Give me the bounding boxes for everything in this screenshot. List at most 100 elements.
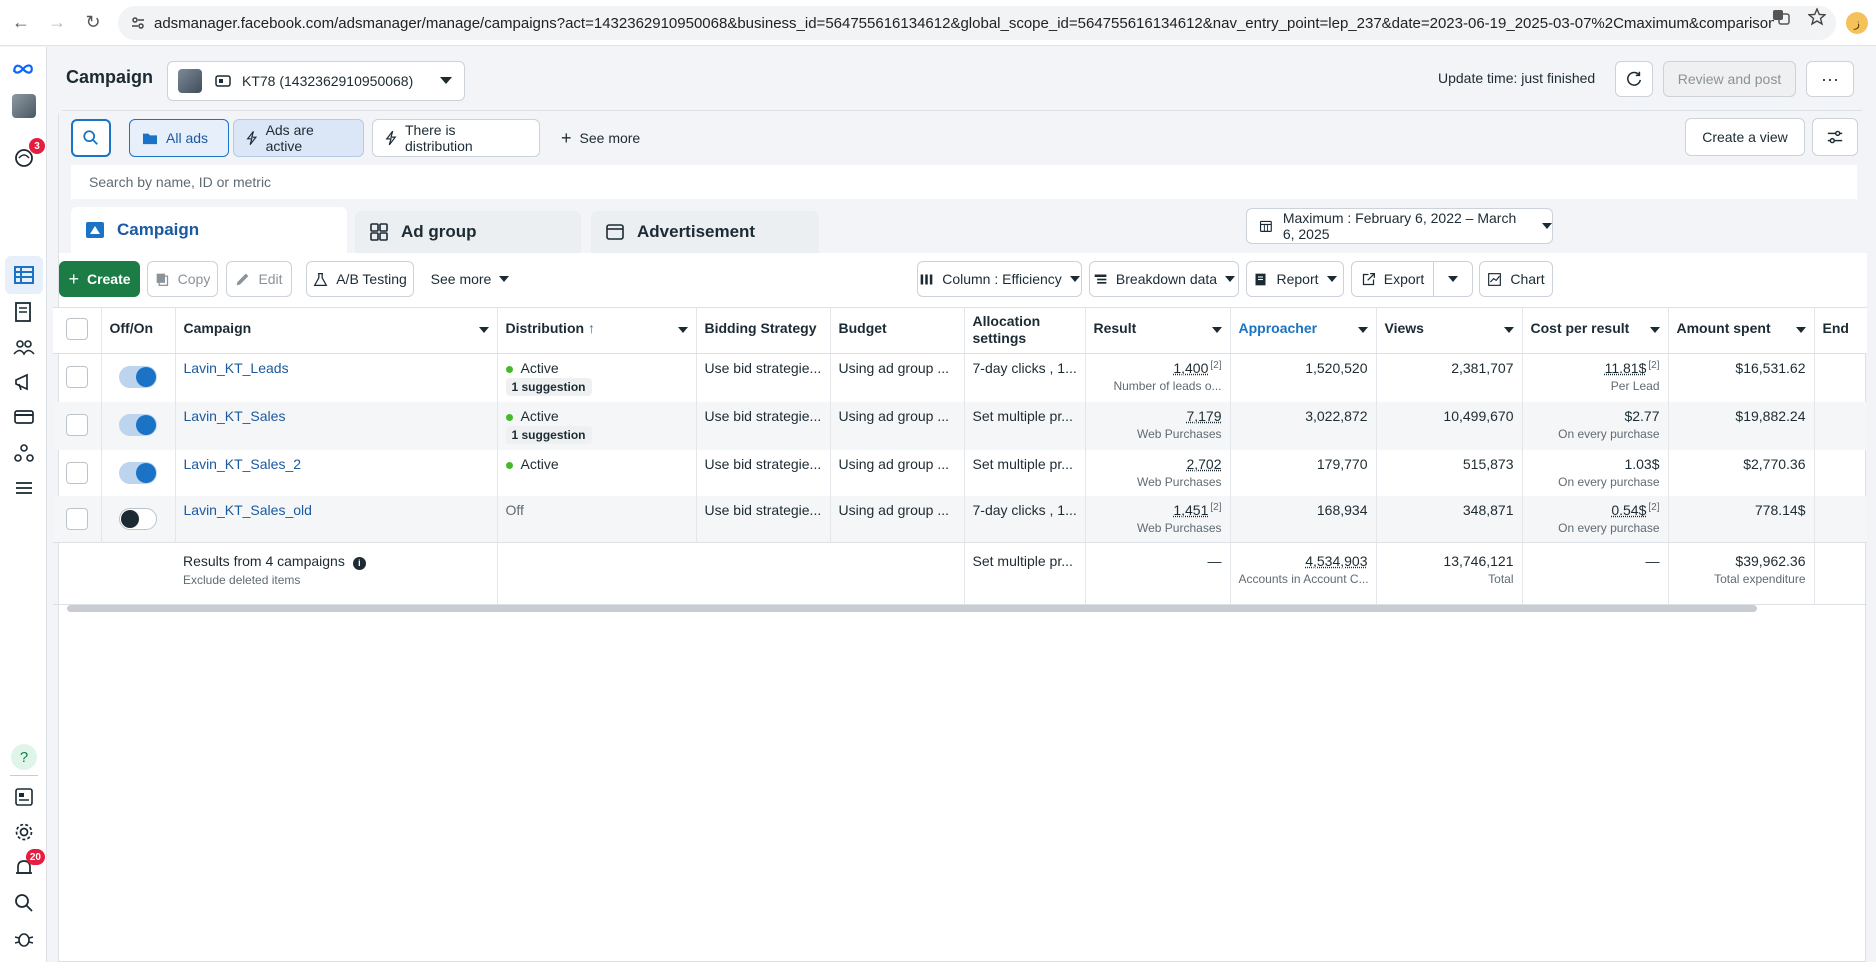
ads-active-filter[interactable]: Ads are active — [233, 119, 364, 157]
col-header-cost[interactable]: Cost per result — [1522, 307, 1669, 354]
table-row[interactable]: Lavin_KT_Leads Active 1 suggestion Use bi… — [53, 353, 1867, 402]
bookmark-star-icon[interactable] — [1807, 7, 1827, 26]
search-icon[interactable] — [11, 890, 37, 916]
forward-icon[interactable]: → — [42, 8, 72, 38]
campaigns-table-icon[interactable] — [11, 262, 37, 288]
refresh-button[interactable] — [1615, 61, 1653, 97]
row-checkbox[interactable] — [65, 366, 88, 388]
campaign-name-link[interactable]: Lavin_KT_Sales — [184, 408, 286, 424]
columns-button[interactable]: Column : Efficiency — [917, 261, 1082, 297]
info-icon[interactable]: i — [352, 556, 366, 570]
table-row[interactable]: Lavin_KT_Sales_2 Active Use bid strategi… — [53, 450, 1867, 496]
result-value[interactable]: 1,451 — [1173, 502, 1208, 518]
copy-button[interactable]: Copy — [147, 261, 218, 297]
date-range-picker[interactable]: Maximum : February 6, 2022 – March 6, 20… — [1246, 208, 1553, 244]
breakdown-button[interactable]: Breakdown data — [1089, 261, 1239, 297]
tab-advertisement[interactable]: Advertisement — [591, 211, 819, 253]
report-bug-icon[interactable] — [11, 925, 37, 951]
col-header-budget[interactable]: Budget — [830, 307, 965, 354]
cost-value[interactable]: 11.81$ — [1605, 360, 1647, 376]
col-header-off-on[interactable]: Off/On — [101, 307, 176, 354]
table-row[interactable]: Lavin_KT_Sales_old Off Use bid strategie… — [53, 496, 1867, 542]
result-value[interactable]: 2,702 — [1186, 456, 1221, 472]
export-options-dropdown[interactable] — [1433, 261, 1473, 297]
report-button[interactable]: Report — [1246, 261, 1344, 297]
summary-approacher[interactable]: 4,534,903 — [1305, 553, 1367, 569]
view-settings-button[interactable] — [1812, 118, 1858, 156]
campaign-toggle[interactable] — [119, 366, 157, 388]
news-feed-icon[interactable] — [11, 784, 37, 810]
copy-icon — [156, 273, 168, 286]
tab-campaign[interactable]: Campaign — [71, 207, 347, 253]
views-cell: 2,381,707 — [1376, 353, 1523, 402]
help-icon[interactable]: ? — [11, 744, 37, 770]
col-header-spent[interactable]: Amount spent — [1668, 307, 1815, 354]
col-header-end[interactable]: End — [1814, 307, 1867, 354]
pages-icon[interactable] — [11, 299, 37, 325]
ab-testing-button[interactable]: A/B Testing — [306, 261, 414, 297]
tab-ad-group[interactable]: Ad group — [355, 211, 581, 253]
account-avatar[interactable] — [11, 93, 37, 119]
table-header-row: Off/On Campaign Distribution ↑ Bidding S… — [53, 307, 1867, 354]
row-checkbox[interactable] — [65, 508, 88, 530]
review-and-post-button[interactable]: Review and post — [1663, 61, 1796, 97]
breakdown-icon — [1094, 274, 1107, 284]
col-header-distribution[interactable]: Distribution ↑ — [497, 307, 697, 354]
result-value[interactable]: 1,400 — [1173, 360, 1208, 376]
notifications-icon[interactable]: 3 — [11, 138, 45, 170]
more-options-button[interactable]: ··· — [1806, 61, 1854, 97]
search-input[interactable] — [71, 165, 1857, 199]
row-checkbox[interactable] — [65, 462, 88, 484]
meta-logo-icon[interactable] — [8, 56, 38, 82]
cost-value[interactable]: 0.54$ — [1611, 502, 1646, 518]
col-header-bidding[interactable]: Bidding Strategy — [696, 307, 831, 354]
business-settings-icon[interactable] — [11, 440, 37, 466]
campaign-name-link[interactable]: Lavin_KT_Sales_2 — [184, 456, 302, 472]
edit-button[interactable]: Edit — [226, 261, 292, 297]
billing-card-icon[interactable] — [11, 404, 37, 430]
campaign-toggle[interactable] — [119, 462, 157, 484]
suggestion-chip[interactable]: 1 suggestion — [505, 378, 592, 396]
select-all-checkbox[interactable] — [65, 318, 88, 340]
pencil-icon — [237, 273, 249, 285]
campaign-toggle[interactable] — [119, 508, 157, 530]
settings-gear-icon[interactable] — [11, 819, 37, 845]
all-tools-menu-icon[interactable] — [11, 475, 37, 501]
create-view-button[interactable]: Create a view — [1685, 118, 1805, 156]
all-ads-filter[interactable]: All ads — [129, 119, 229, 157]
table-row[interactable]: Lavin_KT_Sales Active 1 suggestion Use bi… — [53, 402, 1867, 450]
chart-button[interactable]: Chart — [1479, 261, 1553, 297]
suggestion-chip[interactable]: 1 suggestion — [505, 426, 592, 444]
create-button[interactable]: + Create — [59, 261, 140, 297]
distribution-filter[interactable]: There is distribution — [372, 119, 540, 157]
campaign-name-link[interactable]: Lavin_KT_Leads — [184, 360, 289, 376]
row-checkbox[interactable] — [65, 414, 88, 436]
ad-account-selector[interactable]: KT78 (1432362910950068) — [167, 61, 465, 101]
see-more-actions-button[interactable]: See more — [425, 261, 515, 297]
reload-icon[interactable]: ↻ — [78, 8, 108, 38]
distribution-status: Active — [520, 360, 559, 376]
back-icon[interactable]: ← — [6, 8, 36, 38]
site-info-icon[interactable] — [130, 15, 146, 31]
campaign-toggle[interactable] — [119, 414, 157, 436]
audiences-icon[interactable] — [11, 334, 37, 360]
export-button[interactable]: Export — [1351, 261, 1434, 297]
browser-profile-avatar[interactable]: ز — [1846, 12, 1868, 34]
url-text: adsmanager.facebook.com/adsmanager/manag… — [154, 14, 1774, 32]
result-value[interactable]: 7,179 — [1186, 408, 1221, 424]
search-toggle-button[interactable] — [71, 119, 111, 157]
col-header-result[interactable]: Result — [1085, 307, 1231, 354]
see-more-filters-button[interactable]: + See more — [549, 119, 659, 157]
campaign-name-link[interactable]: Lavin_KT_Sales_old — [184, 502, 312, 518]
address-bar[interactable]: adsmanager.facebook.com/adsmanager/manag… — [118, 6, 1836, 40]
export-icon — [1362, 272, 1375, 285]
col-header-views[interactable]: Views — [1376, 307, 1523, 354]
col-header-allocation[interactable]: Allocation settings — [964, 307, 1086, 354]
horizontal-scrollbar[interactable] — [67, 605, 1757, 612]
advertise-megaphone-icon[interactable] — [11, 369, 37, 395]
cost-subtext: On every purchase — [1558, 475, 1660, 489]
alerts-bell-icon[interactable]: 20 — [11, 849, 45, 881]
col-header-approacher[interactable]: Approacher — [1230, 307, 1377, 354]
col-header-campaign[interactable]: Campaign — [175, 307, 498, 354]
translate-icon[interactable] — [1772, 8, 1790, 26]
